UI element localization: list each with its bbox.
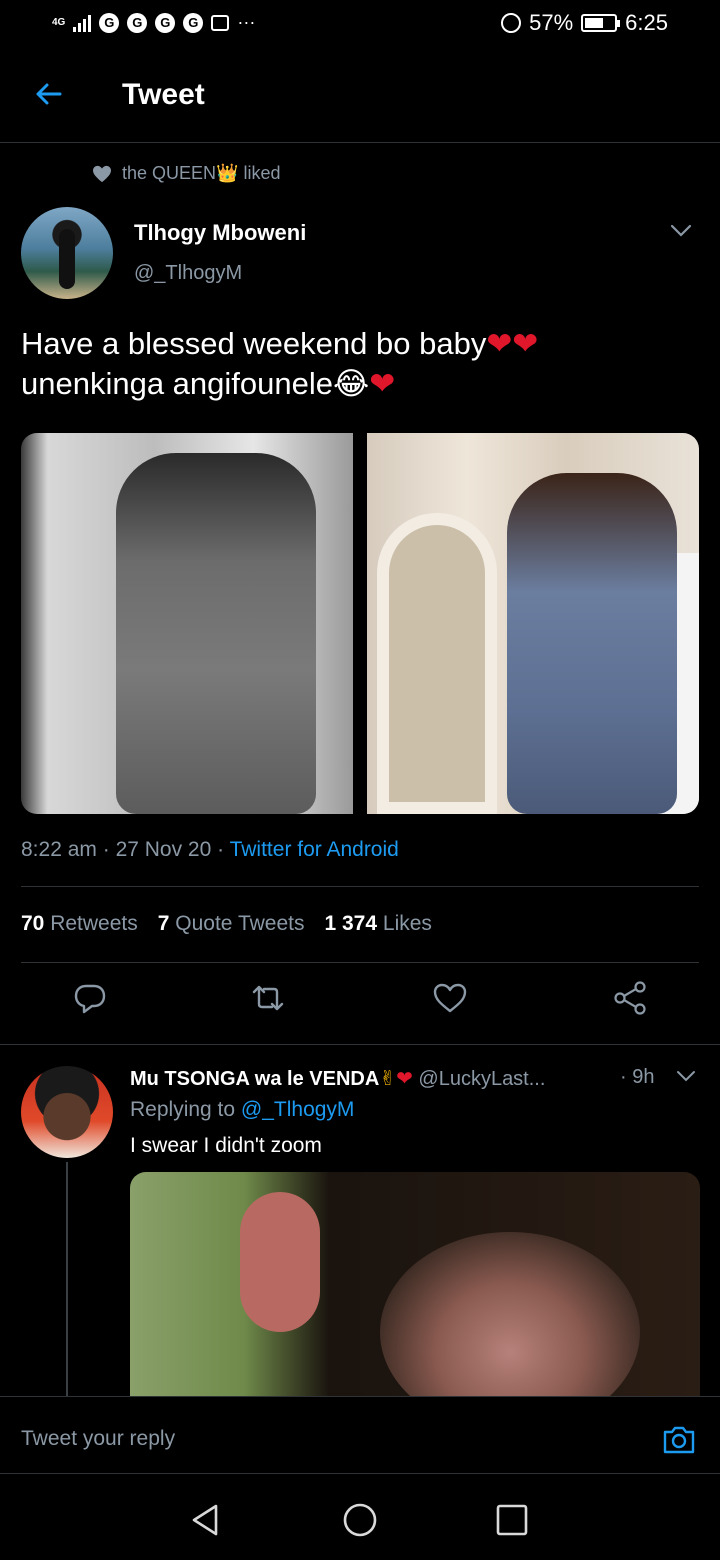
tweet-photo-1[interactable] xyxy=(21,433,353,814)
likes-label: Likes xyxy=(382,912,432,935)
photo-arch xyxy=(377,513,497,814)
message-icon xyxy=(211,14,230,31)
chevron-down-icon[interactable] xyxy=(670,224,692,238)
crown-icon: 👑 xyxy=(216,163,239,183)
reply-time: · 9h xyxy=(620,1066,655,1088)
notification-icon: G xyxy=(183,12,204,33)
victory-emoji: ✌ xyxy=(379,1068,397,1090)
reply-author-handle[interactable]: @LuckyLast... xyxy=(418,1068,545,1090)
likes-count: 1 374 xyxy=(324,912,378,935)
battery-icon xyxy=(581,14,621,32)
battery-percent: 57% xyxy=(529,10,574,35)
divider xyxy=(21,886,699,887)
tweet-date: 27 Nov 20 xyxy=(115,838,212,861)
photo-subject xyxy=(116,453,316,814)
tweet-meta: 8:22 am · 27 Nov 20 · Twitter for Androi… xyxy=(21,838,399,861)
alarm-icon xyxy=(501,13,522,33)
reply-text: I swear I didn't zoom xyxy=(130,1134,322,1157)
notification-icon: G xyxy=(155,12,176,33)
author-avatar[interactable] xyxy=(21,207,113,299)
notification-icon: G xyxy=(127,12,148,33)
tweet-text-line2: unenkinga angifounele xyxy=(21,366,333,401)
reply-composer xyxy=(0,1396,720,1474)
quotes-stat[interactable]: 7 Quote Tweets xyxy=(158,912,305,936)
tweet-source-link[interactable]: Twitter for Android xyxy=(230,838,399,861)
author-handle[interactable]: @_TlhogyM xyxy=(134,262,242,285)
system-nav-bar xyxy=(0,1474,720,1560)
tweet-stats: 70 Retweets 7 Quote Tweets 1 374 Likes xyxy=(21,912,432,936)
likes-stat[interactable]: 1 374 Likes xyxy=(324,912,431,936)
photo-detail xyxy=(380,1232,640,1396)
nav-back-icon[interactable] xyxy=(188,1502,224,1538)
page-title: Tweet xyxy=(122,78,205,111)
retweets-label: Retweets xyxy=(50,912,138,935)
retweet-icon[interactable] xyxy=(250,980,286,1016)
tweet-text: Have a blessed weekend bo baby❤❤ unenkin… xyxy=(21,324,701,404)
heart-emoji: ❤ xyxy=(369,366,396,401)
network-indicator: 4G xyxy=(52,17,66,28)
heart-icon xyxy=(93,165,111,182)
laughing-emoji: 😂 xyxy=(333,366,370,401)
like-icon[interactable] xyxy=(432,980,468,1016)
reply-avatar[interactable] xyxy=(21,1066,113,1158)
tweet-photo-2[interactable] xyxy=(367,433,699,814)
chevron-down-icon[interactable] xyxy=(676,1070,696,1083)
replying-to: Replying to @_TlhogyM xyxy=(130,1098,354,1122)
author-name[interactable]: Tlhogy Mboweni xyxy=(134,220,306,246)
clock: 6:25 xyxy=(625,10,668,35)
tweet-time: 8:22 am xyxy=(21,838,97,861)
signal-icon xyxy=(73,14,92,32)
nav-recents-icon[interactable] xyxy=(494,1502,530,1538)
reply-media[interactable] xyxy=(130,1172,700,1396)
status-right: 57% 6:25 xyxy=(501,10,668,36)
divider xyxy=(0,1044,720,1045)
liked-label: liked xyxy=(243,163,281,183)
photo-detail xyxy=(240,1192,320,1332)
thread-line xyxy=(66,1162,68,1396)
liker-name: the QUEEN xyxy=(122,163,217,183)
quotes-count: 7 xyxy=(157,912,170,935)
tweet-media xyxy=(21,433,699,814)
divider xyxy=(21,962,699,963)
tweet-actions xyxy=(0,980,720,1030)
quotes-label: Quote Tweets xyxy=(175,912,305,935)
replying-prefix: Replying to xyxy=(130,1098,236,1121)
replying-mention[interactable]: @_TlhogyM xyxy=(241,1098,355,1121)
reply-icon[interactable] xyxy=(72,980,108,1016)
tweet-text-line1: Have a blessed weekend bo baby xyxy=(21,326,487,361)
retweets-stat[interactable]: 70 Retweets xyxy=(21,912,138,936)
reply-author-name[interactable]: Mu TSONGA wa le VENDA xyxy=(130,1068,379,1090)
more-notifications-icon: ··· xyxy=(237,12,256,32)
nav-home-icon[interactable] xyxy=(342,1502,378,1538)
notification-icon: G xyxy=(99,12,120,33)
photo-subject xyxy=(507,473,677,814)
camera-icon[interactable] xyxy=(662,1423,696,1455)
retweets-count: 70 xyxy=(21,912,45,935)
status-bar: 4G G G G G ··· 57% 6:25 xyxy=(0,0,720,48)
heart-emoji: ❤ xyxy=(396,1068,413,1090)
liked-by-context[interactable]: the QUEEN👑 liked xyxy=(92,163,281,184)
reply-header: Mu TSONGA wa le VENDA✌❤ @LuckyLast... xyxy=(130,1066,545,1091)
back-arrow-icon[interactable] xyxy=(32,78,64,110)
share-icon[interactable] xyxy=(612,980,648,1016)
heart-emoji: ❤❤ xyxy=(486,326,539,361)
app-header: Tweet xyxy=(0,48,720,143)
status-left: 4G G G G G ··· xyxy=(52,12,255,33)
reply-input[interactable] xyxy=(21,1427,581,1451)
